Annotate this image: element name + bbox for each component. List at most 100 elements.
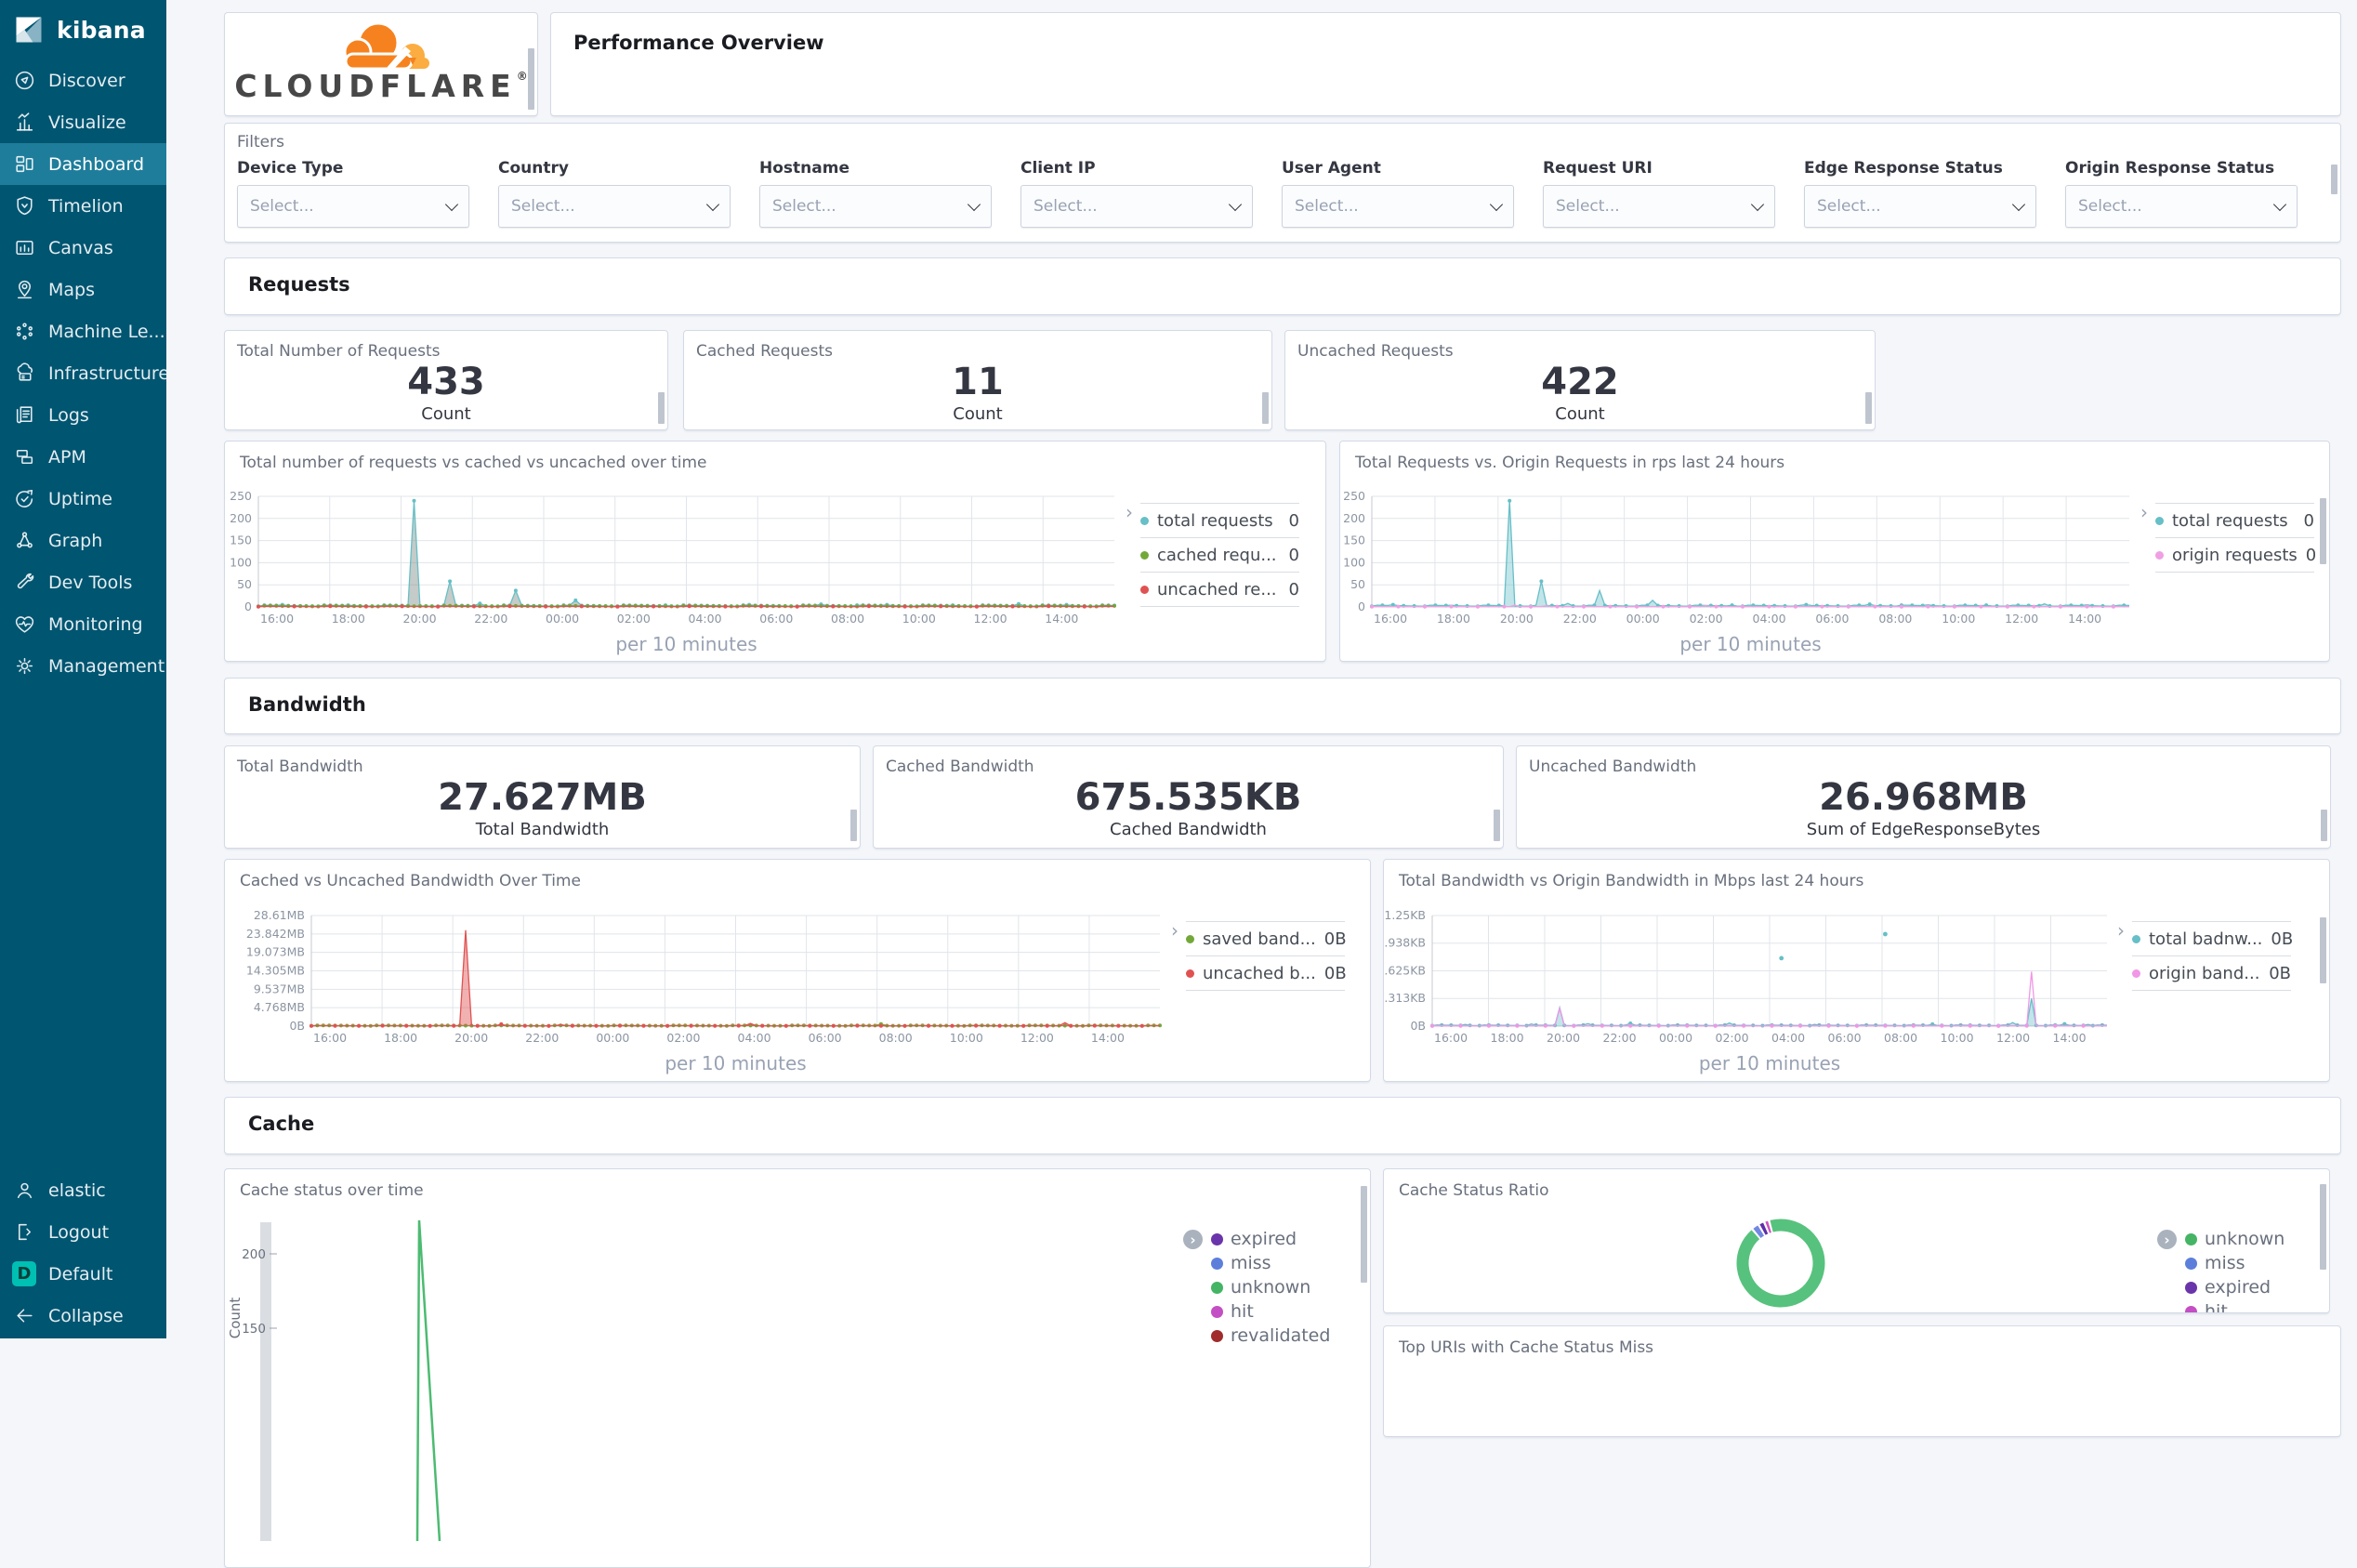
kibana-logo[interactable]: kibana [0,0,166,59]
sidebar-item-machine-le[interactable]: Machine Le... [0,310,166,352]
user-agent-select[interactable]: Select... [1282,185,1514,228]
legend-item-revalidated[interactable]: revalidated [1211,1324,1369,1348]
legend-dot [2185,1232,2197,1245]
legend-item-origin-requests[interactable]: origin requests 0 [2155,537,2316,573]
legend-item-uncached-re[interactable]: uncached re... 0 [1140,572,1299,607]
sidebar-item-logs[interactable]: Logs [0,394,166,436]
svg-text:200: 200 [242,1247,266,1262]
legend-expand-icon[interactable]: › [2117,919,2125,942]
svg-text:12:00: 12:00 [2005,612,2038,626]
legend-expand-icon[interactable]: › [1183,1230,1203,1249]
legend-item-total-requests[interactable]: total requests 0 [2155,503,2314,537]
chart-panel-requests-over-time: Total number of requests vs cached vs un… [224,441,1326,662]
sidebar: kibana Discover Visualize Dashboard Timelio… [0,0,166,1338]
sidebar-item-discover[interactable]: Discover [0,59,166,101]
legend-value: 0B [1323,929,1347,949]
legend-item-expired[interactable]: expired [1211,1227,1369,1251]
scrollbar-thumb[interactable] [528,48,534,110]
dashboard-title-panel: Performance Overview [550,12,2341,116]
sidebar-item-apm[interactable]: APM [0,436,166,478]
legend-item-hit[interactable]: hit [2185,1299,2329,1312]
svg-text:04:00: 04:00 [1771,1031,1805,1045]
scrollbar-thumb[interactable] [2321,809,2327,842]
legend-item-origin-band[interactable]: origin band... 0B [2132,955,2291,991]
hostname-select[interactable]: Select... [759,185,992,228]
cloudflare-wordmark: CLOUDFLARE® [234,68,528,104]
svg-text:9.537MB: 9.537MB [254,982,305,995]
scrollbar-thumb[interactable] [850,809,857,842]
legend-dot [1186,934,1194,943]
scrollbar-thumb[interactable] [1361,1186,1367,1283]
sidebar-item-label: Visualize [48,112,126,133]
legend-label: uncached b... [1203,963,1316,983]
sidebar-item-label: Dashboard [48,153,145,175]
sidebar-item-management[interactable]: Management [0,645,166,687]
sidebar-item-timelion[interactable]: Timelion [0,185,166,227]
scrollbar-thumb[interactable] [2320,916,2326,984]
sidebar-item-visualize[interactable]: Visualize [0,101,166,143]
legend-item-unknown[interactable]: unknown [2185,1227,2329,1251]
legend-dot [1140,585,1149,594]
client-ip-select[interactable]: Select... [1020,185,1253,228]
sidebar-item-uptime[interactable]: Uptime [0,478,166,520]
country-select[interactable]: Select... [498,185,731,228]
sidebar-item-elastic[interactable]: elastic [0,1169,166,1211]
legend-expand-icon[interactable]: › [1171,919,1178,942]
device-type-select[interactable]: Select... [237,185,469,228]
cache-section-header: Cache [224,1097,2341,1154]
legend-item-saved-band[interactable]: saved band... 0B [1186,921,1347,955]
collapse-icon [12,1304,36,1328]
scrollbar-thumb[interactable] [658,391,665,424]
filter-label-hostname: Hostname [759,159,849,178]
sidebar-item-canvas[interactable]: Canvas [0,227,166,269]
legend-dot [2132,968,2140,978]
sidebar-item-dashboard[interactable]: Dashboard [0,143,166,185]
scrollbar-thumb[interactable] [1865,391,1872,424]
select-placeholder: Select... [511,197,575,216]
origin-response-status-select[interactable]: Select... [2065,185,2298,228]
select-placeholder: Select... [2078,197,2142,216]
legend-expand-icon[interactable]: › [2157,1230,2177,1249]
svg-text:02:00: 02:00 [1716,1031,1749,1045]
legend-label: origin band... [2149,963,2260,983]
request-uri-select[interactable]: Select... [1543,185,1775,228]
sidebar-item-label: Timelion [48,195,124,217]
sidebar-item-default[interactable]: D Default [0,1253,166,1295]
legend-item-total-badnw[interactable]: total badnw... 0B [2132,921,2293,955]
sidebar-item-graph[interactable]: Graph [0,520,166,561]
legend-item-cached-requ[interactable]: cached requ... 0 [1140,537,1299,572]
scrollbar-thumb[interactable] [2331,165,2337,194]
sidebar-item-infrastructure[interactable]: Infrastructure [0,352,166,394]
legend-expand-icon[interactable]: › [2140,501,2148,523]
scrollbar-thumb[interactable] [1262,391,1269,424]
legend-item-unknown[interactable]: unknown [1211,1275,1369,1299]
legend-value: 0 [2303,510,2314,531]
sidebar-item-label: Dev Tools [48,572,133,593]
sidebar-item-collapse[interactable]: Collapse [0,1295,166,1337]
legend-label: cached requ... [1157,545,1277,565]
legend-item-miss[interactable]: miss [2185,1251,2329,1275]
svg-text:28.61MB: 28.61MB [254,908,305,922]
edge-response-status-select[interactable]: Select... [1804,185,2036,228]
legend-item-hit[interactable]: hit [1211,1299,1369,1324]
sidebar-item-label: elastic [48,1179,106,1201]
sidebar-item-dev-tools[interactable]: Dev Tools [0,561,166,603]
logout-icon [12,1220,36,1245]
legend-expand-icon[interactable]: › [1126,501,1133,523]
scrollbar-thumb[interactable] [2320,498,2326,565]
legend-item-total-requests[interactable]: total requests 0 [1140,503,1299,537]
legend-item-uncached-b[interactable]: uncached b... 0B [1186,955,1347,991]
scrollbar-thumb[interactable] [2320,1184,2326,1270]
default-space-badge: D [12,1261,36,1286]
scrollbar-thumb[interactable] [1494,809,1500,842]
svg-text:per 10 minutes: per 10 minutes [1699,1052,1840,1074]
sidebar-item-maps[interactable]: Maps [0,269,166,310]
sidebar-item-logout[interactable]: Logout [0,1211,166,1253]
chevron-down-icon [2272,197,2287,211]
legend-item-miss[interactable]: miss [1211,1251,1369,1275]
legend-label: total requests [2172,510,2288,531]
chart-legend: › total requests 0 origin requests 0 [2140,501,2316,573]
legend-item-expired[interactable]: expired [2185,1275,2329,1299]
sidebar-item-monitoring[interactable]: Monitoring [0,603,166,645]
sidebar-item-label: Machine Le... [48,321,165,342]
